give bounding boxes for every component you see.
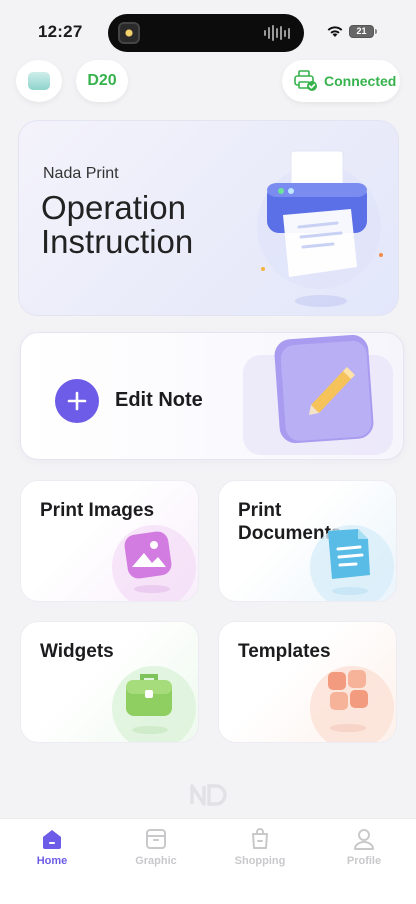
brand-watermark-logo [190, 784, 227, 806]
status-time: 12:27 [38, 22, 83, 41]
document-icon [310, 525, 394, 601]
hero-title: Operation Instruction [41, 189, 194, 260]
templates-grid-icon [310, 666, 394, 742]
graphic-icon [146, 829, 166, 849]
edit-note-card[interactable]: Edit Note [20, 332, 404, 460]
wifi-icon [327, 26, 343, 37]
printer-connected-icon [294, 70, 317, 91]
image-icon [112, 525, 196, 601]
tab-graphic-label: Graphic [135, 855, 177, 867]
edit-note-label: Edit Note [115, 389, 203, 411]
add-note-button[interactable] [55, 379, 99, 423]
print-images-tile[interactable]: Print Images [20, 480, 199, 602]
tab-profile-label: Profile [346, 855, 382, 867]
operation-instruction-card[interactable]: Nada Print Operation Instruction [18, 120, 399, 316]
printer-icon [28, 72, 50, 90]
hero-brand: Nada Print [43, 165, 119, 182]
printer-thumbnail[interactable] [16, 60, 62, 102]
note-pencil-icon [243, 334, 393, 455]
print-documents-tile[interactable]: Print Documents [218, 480, 397, 602]
device-model-badge[interactable]: D20 [76, 60, 128, 102]
tab-home[interactable]: Home [12, 827, 92, 867]
tab-home-label: Home [36, 855, 68, 867]
plus-icon [67, 391, 87, 411]
audio-wave-icon [264, 25, 290, 41]
tab-shopping[interactable]: Shopping [220, 827, 300, 867]
bottom-tab-bar: Home Graphic Shopping Profile [0, 818, 416, 904]
connection-status-button[interactable]: Connected [282, 60, 400, 102]
widgets-tile[interactable]: Widgets [20, 621, 199, 743]
status-bar: 12:27 21 [0, 0, 416, 56]
tab-profile[interactable]: Profile [324, 827, 404, 867]
shopping-bag-icon [252, 828, 268, 849]
toolbox-icon [112, 666, 196, 742]
templates-tile[interactable]: Templates [218, 621, 397, 743]
dynamic-island [108, 14, 304, 52]
home-icon [43, 830, 61, 849]
profile-icon [354, 829, 374, 850]
tab-graphic[interactable]: Graphic [116, 827, 196, 867]
connection-status-label: Connected [324, 73, 397, 89]
tab-shopping-label: Shopping [234, 855, 286, 867]
printer-illustration-icon [257, 150, 383, 307]
battery-icon: 21 [349, 25, 377, 38]
now-playing-icon [118, 22, 140, 44]
device-header: D20 Connected [0, 58, 416, 104]
